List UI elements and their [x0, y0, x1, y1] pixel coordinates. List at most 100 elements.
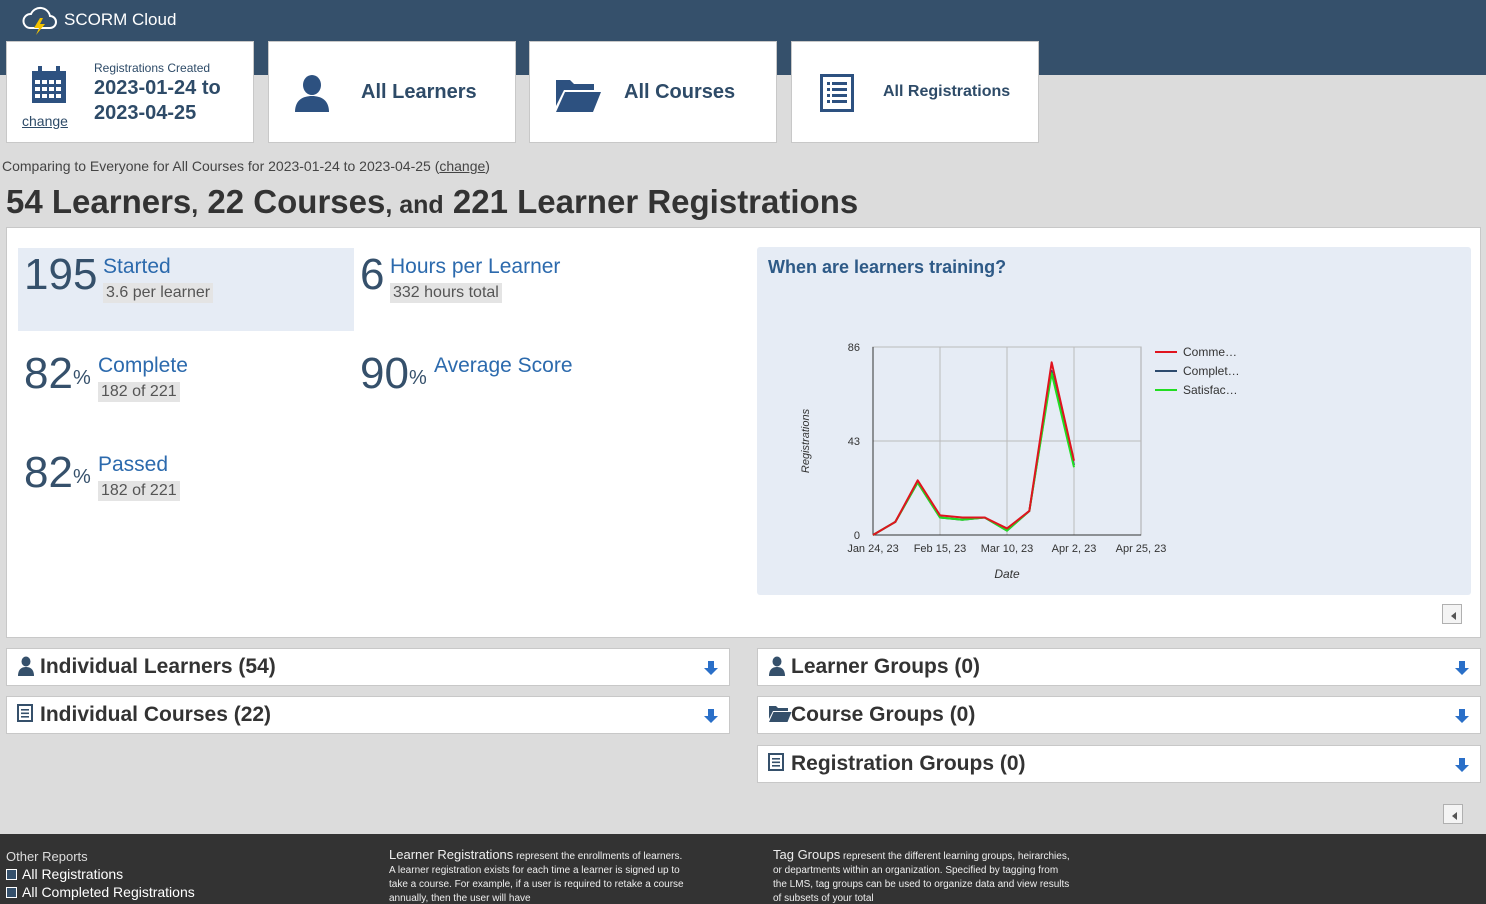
- arrow-down-icon[interactable]: [703, 660, 719, 676]
- passed-sub: 182 of 221: [98, 481, 180, 501]
- started-label[interactable]: Started: [103, 255, 171, 279]
- registration-groups-section[interactable]: Registration Groups (0): [757, 745, 1481, 783]
- external-link-icon: [6, 868, 17, 880]
- app-title: SCORM Cloud: [64, 10, 177, 29]
- legend-label: Comme…: [1183, 345, 1237, 359]
- arrow-down-icon[interactable]: [1454, 660, 1470, 676]
- learner-groups-title: Learner Groups (0): [791, 655, 981, 678]
- cloud-bolt-icon: [22, 6, 57, 35]
- passed-pct: %: [72, 466, 91, 488]
- complete-pct: %: [72, 367, 91, 389]
- headline-learners: 54 Learners: [6, 183, 192, 220]
- comparison-text-body: Comparing to Everyone for All Courses fo…: [2, 158, 440, 174]
- tag-groups-help-title: Tag Groups: [773, 847, 841, 862]
- collapse-panel-button[interactable]: [1442, 604, 1462, 624]
- date-range-tile[interactable]: change Registrations Created 2023-01-24 …: [6, 41, 254, 143]
- change-date-link[interactable]: change: [22, 113, 68, 129]
- report-link-all-registrations[interactable]: All Registrations: [6, 866, 195, 882]
- complete-label[interactable]: Complete: [98, 354, 188, 378]
- list-icon: [820, 74, 854, 112]
- training-chart: When are learners training? 0 43 86 Jan 24,…: [757, 247, 1471, 595]
- list-icon: [768, 753, 784, 771]
- series-line: [872, 372, 1075, 536]
- change-comparison-link[interactable]: change: [439, 158, 485, 174]
- individual-learners-section[interactable]: Individual Learners (54): [6, 648, 730, 686]
- headline-and: , and: [385, 191, 444, 219]
- score-value-wrap: 90%: [360, 350, 427, 398]
- external-link-icon: [6, 886, 17, 898]
- page-title: 54 Learners, 22 Courses, and 221 Learner…: [6, 183, 858, 221]
- legend-label: Complet…: [1183, 364, 1240, 378]
- calendar-icon: [32, 66, 66, 103]
- hours-value: 6: [360, 250, 385, 299]
- all-courses-tile[interactable]: All Courses: [529, 41, 777, 143]
- individual-learners-title: Individual Learners (54): [40, 655, 276, 678]
- folder-open-icon: [769, 706, 792, 722]
- user-icon: [18, 656, 34, 676]
- hours-label[interactable]: Hours per Learner: [390, 255, 560, 279]
- series-line: [872, 361, 1075, 536]
- complete-value-wrap: 82%: [24, 350, 91, 398]
- x-tick-label: Mar 10, 23: [981, 543, 1034, 555]
- score-label[interactable]: Average Score: [434, 354, 573, 378]
- headline-registrations: 221 Learner Registrations: [452, 183, 859, 220]
- report-link-completed-registrations[interactable]: All Completed Registrations: [6, 884, 195, 900]
- all-registrations-tile[interactable]: All Registrations: [791, 41, 1039, 143]
- learner-groups-section[interactable]: Learner Groups (0): [757, 648, 1481, 686]
- other-reports-title: Other Reports: [6, 849, 88, 864]
- arrow-down-icon[interactable]: [703, 708, 719, 724]
- app-logo[interactable]: SCORM Cloud: [20, 4, 176, 36]
- all-registrations-label: All Registrations: [883, 83, 1011, 100]
- score-pct: %: [408, 367, 427, 389]
- report-link-label: All Registrations: [22, 866, 124, 882]
- passed-value: 82: [24, 448, 73, 497]
- footer: Other Reports All Registrations All Comp…: [0, 834, 1486, 904]
- started-value: 195: [24, 250, 98, 299]
- all-learners-label: All Learners: [361, 81, 477, 103]
- other-reports: Other Reports All Registrations All Comp…: [6, 849, 195, 900]
- series-line: [872, 370, 1075, 536]
- started-sub: 3.6 per learner: [103, 283, 214, 303]
- line-chart: 0 43 86 Jan 24, 23 Feb 15, 23 Mar 10, 23 Apr 2…: [800, 342, 1240, 581]
- user-icon: [769, 656, 785, 676]
- report-link-label: All Completed Registrations: [22, 884, 195, 900]
- x-tick-label: Apr 25, 23: [1116, 543, 1167, 555]
- date-range: 2023-01-24 to 2023-04-25: [94, 77, 221, 124]
- individual-courses-title: Individual Courses (22): [40, 703, 272, 726]
- all-courses-label: All Courses: [624, 81, 736, 103]
- complete-sub: 182 of 221: [98, 382, 180, 402]
- x-tick-label: Apr 2, 23: [1052, 543, 1097, 555]
- list-icon: [17, 704, 33, 722]
- score-value: 90: [360, 349, 409, 398]
- y-tick-label: 86: [848, 342, 860, 354]
- x-tick-label: Jan 24, 23: [847, 543, 898, 555]
- comparison-text: Comparing to Everyone for All Courses fo…: [2, 158, 490, 174]
- headline-courses: 22 Courses: [207, 183, 386, 220]
- arrow-down-icon[interactable]: [1454, 757, 1470, 773]
- collapse-groups-button[interactable]: [1443, 804, 1463, 824]
- course-groups-title: Course Groups (0): [791, 703, 976, 726]
- x-tick-label: Feb 15, 23: [914, 543, 967, 555]
- headline-comma: ,: [191, 191, 199, 219]
- comparison-text-tail: ): [485, 158, 490, 174]
- summary-panel: 195 Started 3.6 per learner 6 Hours per …: [6, 227, 1481, 638]
- hours-sub: 332 hours total: [390, 283, 502, 303]
- all-learners-tile[interactable]: All Learners: [268, 41, 516, 143]
- individual-courses-section[interactable]: Individual Courses (22): [6, 696, 730, 734]
- y-tick-label: 43: [848, 436, 860, 448]
- y-tick-label: 0: [854, 530, 860, 542]
- passed-label[interactable]: Passed: [98, 453, 168, 477]
- folder-open-icon: [556, 80, 601, 112]
- arrow-down-icon[interactable]: [1454, 708, 1470, 724]
- passed-value-wrap: 82%: [24, 449, 91, 497]
- user-icon: [295, 75, 329, 112]
- registrations-help: Learner Registrations represent the enro…: [389, 848, 689, 904]
- x-axis-title: Date: [994, 567, 1020, 581]
- course-groups-section[interactable]: Course Groups (0): [757, 696, 1481, 734]
- registrations-help-title: Learner Registrations: [389, 847, 514, 862]
- registration-groups-title: Registration Groups (0): [791, 752, 1026, 775]
- date-caption: Registrations Created: [94, 61, 211, 75]
- legend-label: Satisfac…: [1183, 383, 1238, 397]
- complete-value: 82: [24, 349, 73, 398]
- tag-groups-help: Tag Groups represent the different learn…: [773, 848, 1073, 904]
